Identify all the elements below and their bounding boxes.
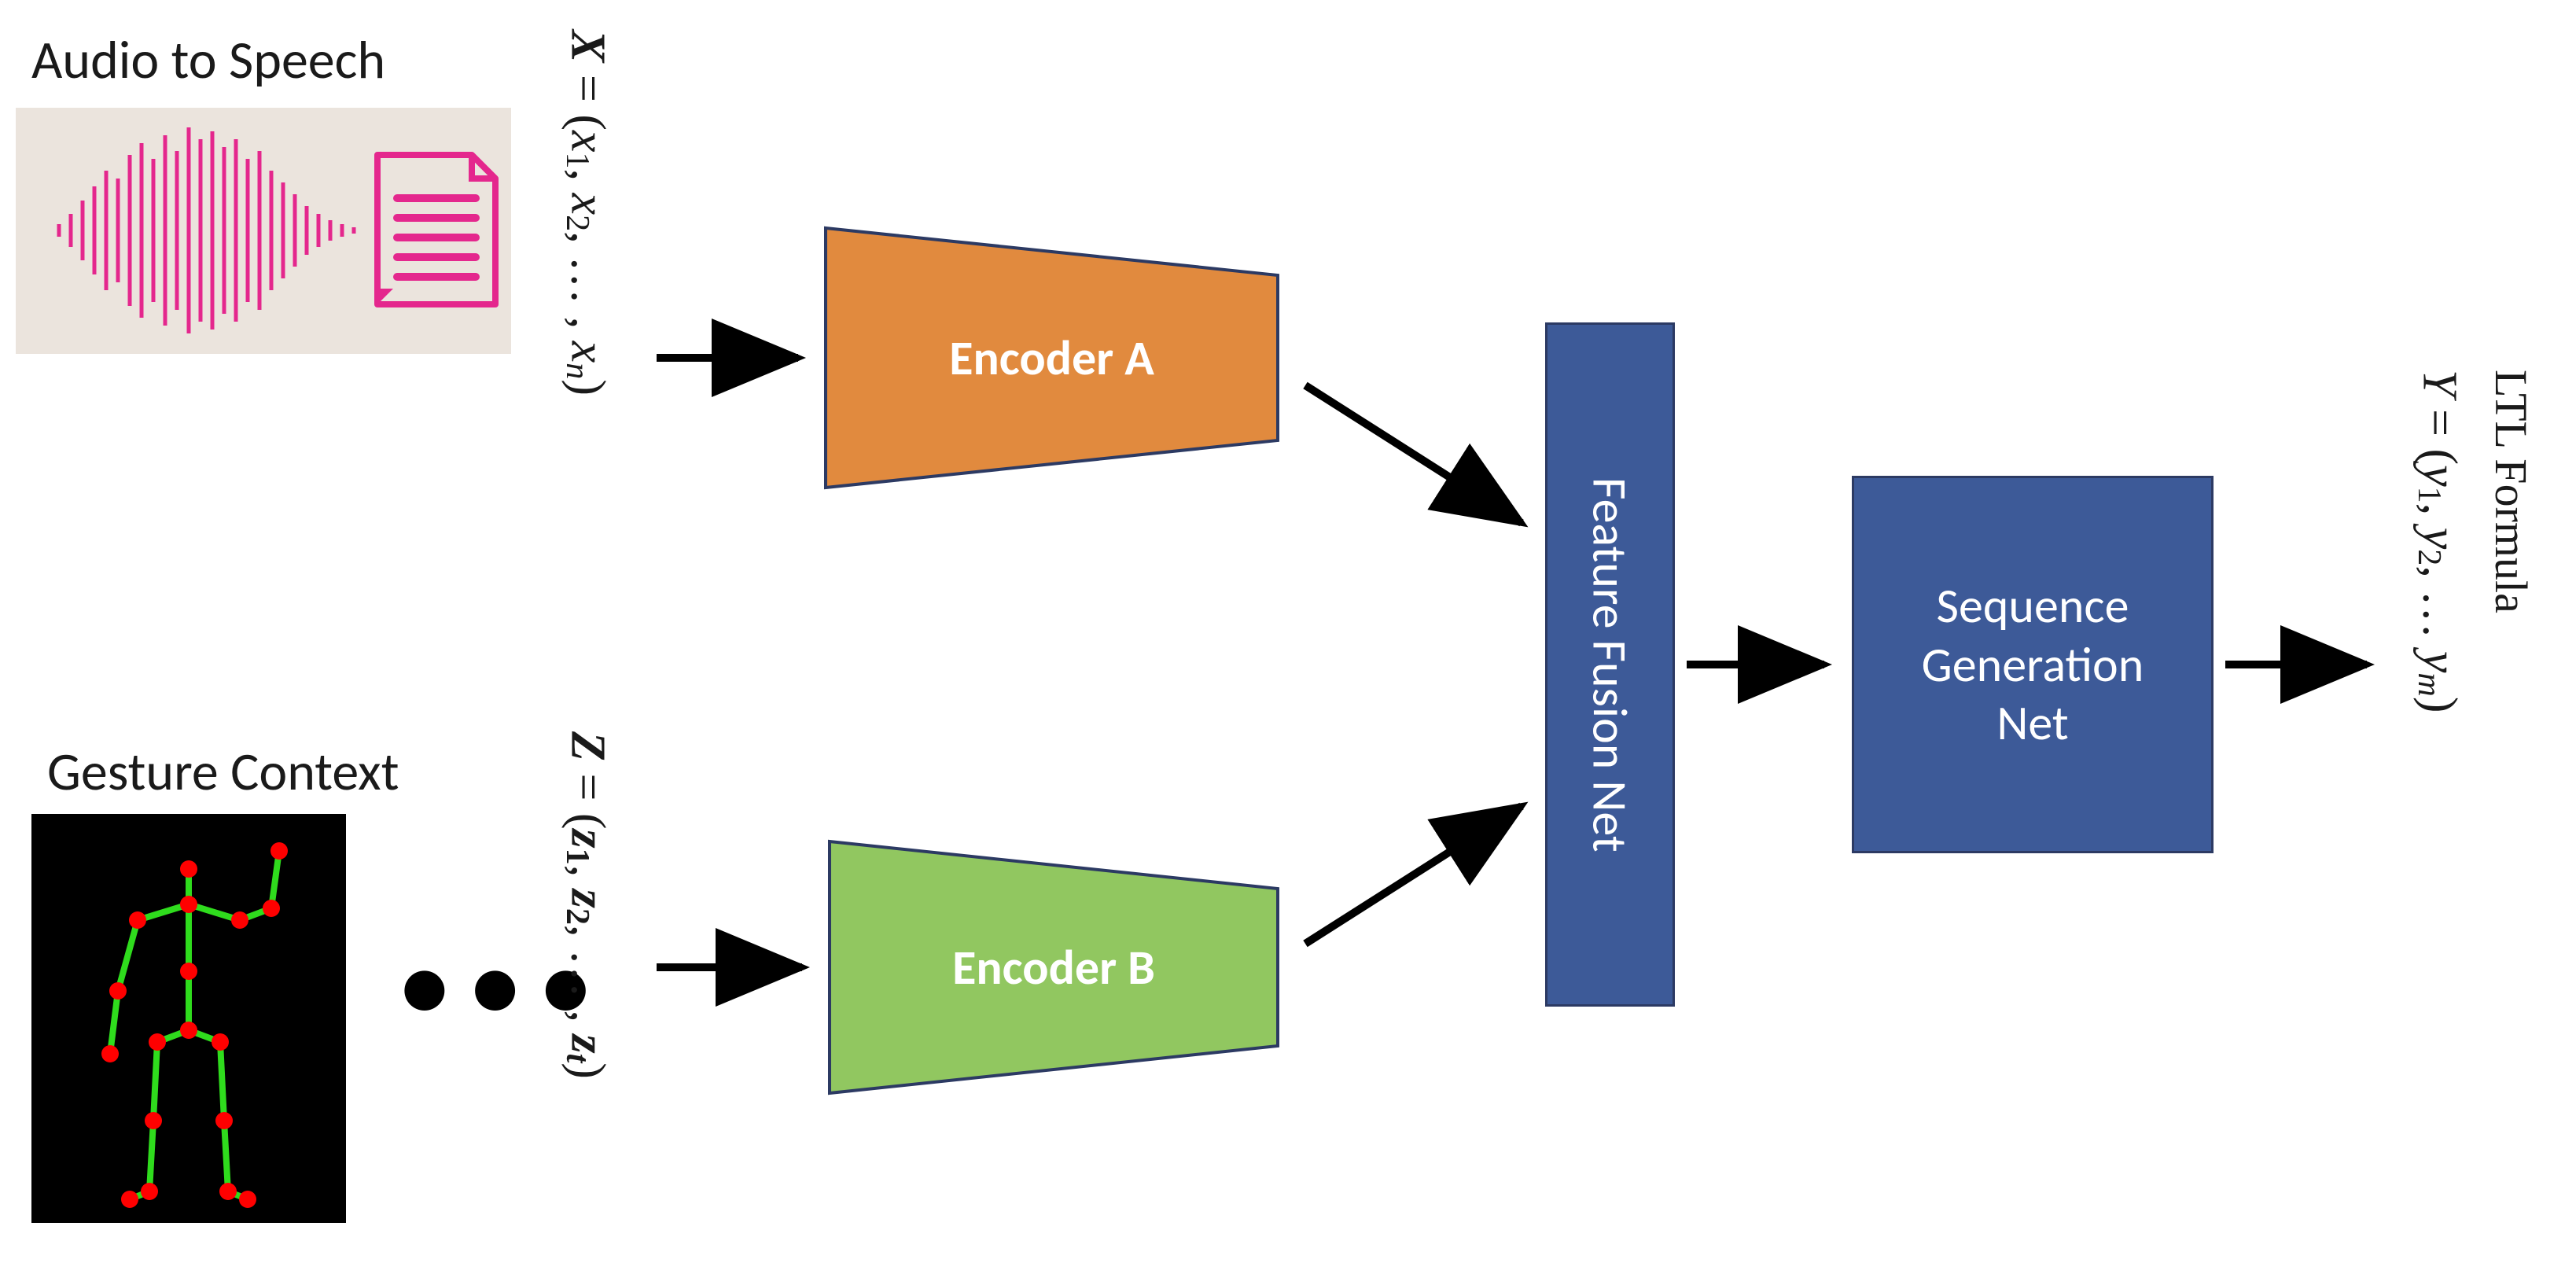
y-var: Y: [2412, 370, 2466, 396]
encoder-a-block: Encoder A: [826, 228, 1278, 488]
y-sequence-label: Y = (y1, y2, … ym): [2410, 370, 2467, 959]
feature-fusion-block: Feature Fusion Net: [1545, 322, 1675, 1007]
output-title-label: LTL Formula: [2485, 370, 2537, 959]
sequence-generation-block: Sequence Generation Net: [1852, 476, 2214, 853]
encoder-b-block: Encoder B: [830, 841, 1278, 1093]
